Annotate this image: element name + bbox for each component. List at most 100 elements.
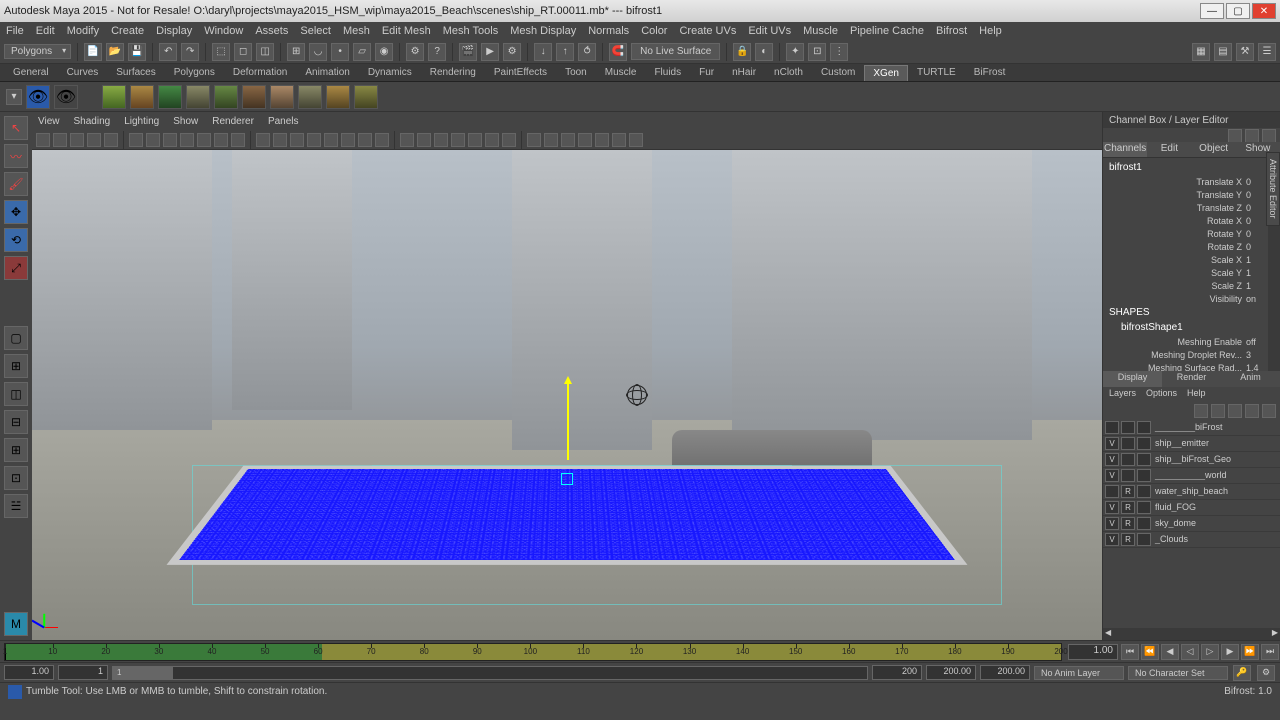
layer-name[interactable]: _Clouds (1153, 534, 1278, 544)
current-time-field[interactable]: 1.00 (1068, 644, 1118, 660)
vp-toolbar-btn-26[interactable] (502, 133, 516, 147)
layer-name[interactable]: ship__biFrost_Geo (1153, 454, 1278, 464)
vp-toolbar-btn-19[interactable] (375, 133, 389, 147)
cb-icon-2[interactable] (1245, 129, 1259, 143)
layer-name[interactable]: fluid_FOG (1153, 502, 1278, 512)
shelf-tab-nhair[interactable]: nHair (723, 64, 765, 81)
layer-menu-help[interactable]: Help (1187, 388, 1206, 401)
shelf-icon-eye[interactable]: 👁 (54, 85, 78, 109)
shape-node-name[interactable]: bifrostShape1 (1105, 320, 1278, 335)
vp-toolbar-btn-32[interactable] (612, 133, 626, 147)
vp-toolbar-btn-2[interactable] (70, 133, 84, 147)
shelf-tab-toon[interactable]: Toon (556, 64, 596, 81)
go-to-end-icon[interactable]: ⏭ (1261, 644, 1279, 660)
layer-visibility-toggle[interactable]: V (1105, 469, 1119, 482)
attr-row[interactable]: Scale Z1 (1105, 279, 1278, 292)
range-start-field[interactable]: 1 (58, 665, 108, 680)
menu-muscle[interactable]: Muscle (803, 25, 838, 37)
shelf-tab-animation[interactable]: Animation (296, 64, 358, 81)
layer-type-toggle[interactable]: R (1121, 517, 1135, 530)
menu-display[interactable]: Display (156, 25, 192, 37)
shelf-tab-dynamics[interactable]: Dynamics (359, 64, 421, 81)
layer-row[interactable]: VR_Clouds (1103, 532, 1280, 548)
range-slider[interactable]: 1 (112, 666, 868, 680)
layer-icon-1[interactable] (1194, 404, 1208, 418)
vp-toolbar-btn-23[interactable] (451, 133, 465, 147)
vp-toolbar-btn-7[interactable] (163, 133, 177, 147)
magnet-icon[interactable]: 🧲 (609, 43, 627, 61)
play-forward-icon[interactable]: ▷ (1201, 644, 1219, 660)
anim-end-field[interactable]: 200.00 (926, 665, 976, 680)
layer-row[interactable]: VRfluid_FOG (1103, 500, 1280, 516)
layer-name[interactable]: sky_dome (1153, 518, 1278, 528)
scale-tool[interactable]: ⤢ (4, 256, 28, 280)
layer-visibility-toggle[interactable]: V (1105, 437, 1119, 450)
single-pane-icon[interactable]: ▢ (4, 326, 28, 350)
vp-menu-shading[interactable]: Shading (74, 116, 111, 127)
cb-tab-channels[interactable]: Channels (1103, 142, 1147, 157)
vp-toolbar-btn-13[interactable] (273, 133, 287, 147)
menu-file[interactable]: File (6, 25, 24, 37)
shelf-icon-2[interactable] (102, 85, 126, 109)
vp-toolbar-btn-10[interactable] (214, 133, 228, 147)
node-name[interactable]: bifrost1 (1105, 160, 1278, 175)
shelf-icon-1[interactable]: 👁 (26, 85, 50, 109)
shelf-tab-muscle[interactable]: Muscle (596, 64, 646, 81)
shelf-tab-ncloth[interactable]: nCloth (765, 64, 812, 81)
layer-visibility-toggle[interactable]: V (1105, 501, 1119, 514)
paint-select-tool[interactable]: 🖌 (4, 172, 28, 196)
vp-toolbar-btn-11[interactable] (231, 133, 245, 147)
attribute-editor-tab[interactable]: Attribute Editor (1266, 152, 1280, 226)
xgen-icon[interactable]: ✦ (786, 43, 804, 61)
vp-toolbar-btn-6[interactable] (146, 133, 160, 147)
attr-row[interactable]: Rotate Z0 (1105, 240, 1278, 253)
toggle-icon[interactable]: ⊡ (808, 43, 826, 61)
vp-toolbar-btn-25[interactable] (485, 133, 499, 147)
step-back-icon[interactable]: ◀ (1161, 644, 1179, 660)
character-set-menu[interactable]: No Character Set (1128, 666, 1228, 680)
layer-type-toggle[interactable]: R (1121, 501, 1135, 514)
attr-row[interactable]: Translate Y0 (1105, 188, 1278, 201)
layer-h-scroll[interactable]: ◀▶ (1103, 628, 1280, 640)
step-forward-key-icon[interactable]: ⏩ (1241, 644, 1259, 660)
cb-tab-edit[interactable]: Edit (1147, 142, 1191, 157)
vp-toolbar-btn-31[interactable] (595, 133, 609, 147)
attr-row[interactable]: Meshing Surface Rad...1.4 (1105, 361, 1278, 371)
shelf-tab-polygons[interactable]: Polygons (165, 64, 224, 81)
menu-edit-uvs[interactable]: Edit UVs (748, 25, 791, 37)
vp-toolbar-btn-15[interactable] (307, 133, 321, 147)
cb-icon-3[interactable] (1262, 129, 1276, 143)
layer-visibility-toggle[interactable] (1105, 485, 1119, 498)
shelf-icon-10[interactable] (326, 85, 350, 109)
menu-assets[interactable]: Assets (255, 25, 288, 37)
step-forward-icon[interactable]: ▶ (1221, 644, 1239, 660)
vp-toolbar-btn-1[interactable] (53, 133, 67, 147)
attr-row[interactable]: Translate Z0 (1105, 201, 1278, 214)
vp-menu-panels[interactable]: Panels (268, 116, 299, 127)
cb-tab-object[interactable]: Object (1192, 142, 1236, 157)
close-button[interactable]: ✕ (1252, 3, 1276, 19)
select-tool[interactable]: ↖ (4, 116, 28, 140)
attr-row[interactable]: Rotate X0 (1105, 214, 1278, 227)
vp-toolbar-btn-5[interactable] (129, 133, 143, 147)
layer-color-swatch[interactable] (1137, 533, 1151, 546)
shelf-icon-4[interactable] (158, 85, 182, 109)
shelf-options-icon[interactable]: ▾ (6, 89, 22, 105)
vp-toolbar-btn-3[interactable] (87, 133, 101, 147)
layer-color-swatch[interactable] (1137, 421, 1151, 434)
misc-icon[interactable]: ⋮ (830, 43, 848, 61)
anim-start-field[interactable]: 1.00 (4, 665, 54, 680)
vp-toolbar-btn-0[interactable] (36, 133, 50, 147)
render-settings-icon[interactable]: ⚙ (503, 43, 521, 61)
menu-mesh-display[interactable]: Mesh Display (510, 25, 576, 37)
viewport[interactable] (32, 150, 1102, 640)
shelf-tab-bifrost[interactable]: BiFrost (965, 64, 1015, 81)
redo-icon[interactable]: ↷ (181, 43, 199, 61)
layer-type-toggle[interactable]: R (1121, 485, 1135, 498)
time-track[interactable]: 1102030405060708090100110120130140150160… (4, 643, 1062, 661)
layer-icon-3[interactable] (1228, 404, 1242, 418)
layer-color-swatch[interactable] (1137, 517, 1151, 530)
layer-icon-5[interactable] (1262, 404, 1276, 418)
maximize-button[interactable]: ▢ (1226, 3, 1250, 19)
layer-menu-options[interactable]: Options (1146, 388, 1177, 401)
